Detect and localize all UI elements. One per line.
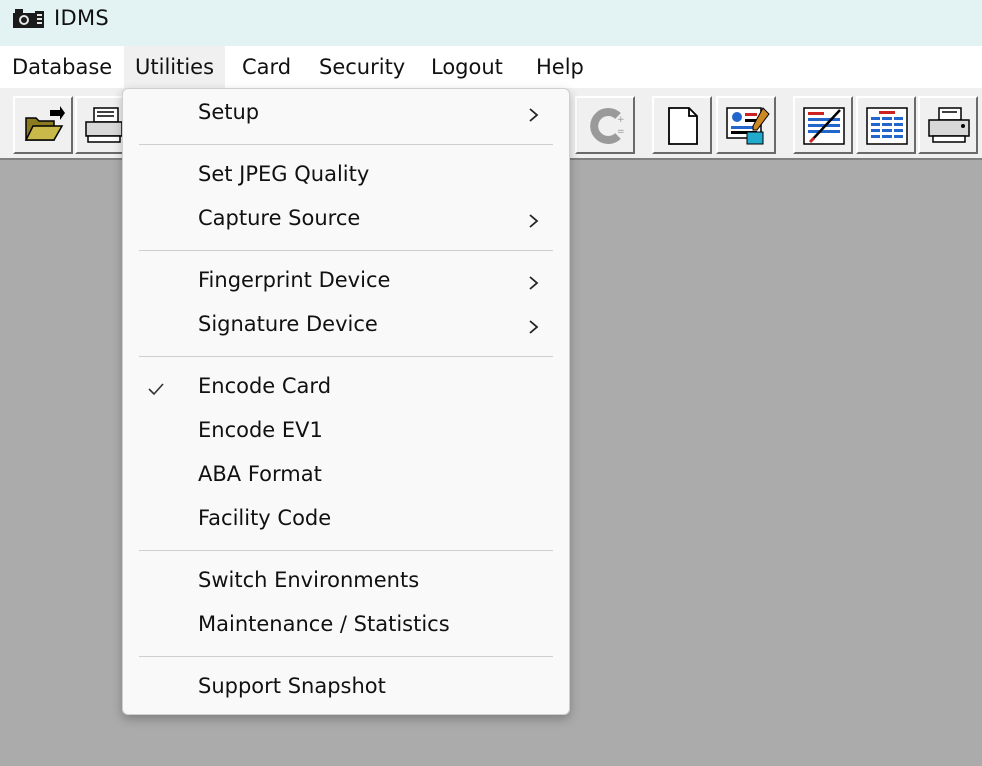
menu-bar: Database Utilities Card Security Logout … (0, 46, 982, 88)
capture-button[interactable]: + = (575, 96, 635, 154)
utilities-dropdown-menu: Setup Set JPEG Quality Capture Source Fi… (122, 88, 570, 715)
menu-item-label: Signature Device (198, 312, 378, 336)
menu-item-label: Maintenance / Statistics (198, 612, 450, 636)
menu-item-encode-card[interactable]: Encode Card (123, 367, 569, 411)
menu-item-set-jpeg-quality[interactable]: Set JPEG Quality (123, 155, 569, 199)
menu-utilities[interactable]: Utilities (124, 46, 226, 88)
report-button[interactable] (856, 96, 916, 154)
menu-item-label: Fingerprint Device (198, 268, 391, 292)
menu-item-signature-device[interactable]: Signature Device (123, 305, 569, 349)
menu-separator (139, 250, 553, 251)
menu-item-label: Facility Code (198, 506, 332, 530)
chevron-right-icon (528, 107, 540, 127)
menu-item-label: Encode EV1 (198, 418, 323, 442)
menu-card[interactable]: Card (231, 46, 302, 88)
menu-help[interactable]: Help (525, 46, 595, 88)
card-printer-button[interactable] (918, 96, 978, 154)
menu-item-label: Setup (198, 100, 260, 124)
menu-item-encode-ev1[interactable]: Encode EV1 (123, 411, 569, 455)
menu-item-support-snapshot[interactable]: Support Snapshot (123, 667, 569, 711)
app-icon (12, 7, 46, 29)
menu-item-label: Capture Source (198, 206, 361, 230)
menu-item-facility-code[interactable]: Facility Code (123, 499, 569, 543)
menu-separator (139, 656, 553, 657)
checkmark-icon (147, 381, 165, 400)
open-button[interactable] (13, 96, 73, 154)
signature-button[interactable] (793, 96, 853, 154)
svg-text:=: = (617, 127, 625, 137)
menu-item-maintenance-statistics[interactable]: Maintenance / Statistics (123, 605, 569, 649)
menu-item-label: Set JPEG Quality (198, 162, 370, 186)
title-bar: IDMS (0, 0, 982, 46)
menu-separator (139, 550, 553, 551)
menu-logout[interactable]: Logout (420, 46, 514, 88)
menu-item-label: Encode Card (198, 374, 332, 398)
menu-item-aba-format[interactable]: ABA Format (123, 455, 569, 499)
menu-database[interactable]: Database (1, 46, 123, 88)
menu-separator (139, 356, 553, 357)
menu-item-label: Support Snapshot (198, 674, 386, 698)
menu-security[interactable]: Security (308, 46, 416, 88)
edit-record-button[interactable] (716, 96, 776, 154)
chevron-right-icon (528, 319, 540, 339)
new-button[interactable] (652, 96, 712, 154)
menu-item-capture-source[interactable]: Capture Source (123, 199, 569, 243)
chevron-right-icon (528, 275, 540, 295)
menu-item-label: ABA Format (198, 462, 322, 486)
menu-item-fingerprint-device[interactable]: Fingerprint Device (123, 261, 569, 305)
svg-text:+: + (617, 115, 625, 125)
menu-separator (139, 144, 553, 145)
window-title: IDMS (54, 6, 110, 30)
menu-item-switch-environments[interactable]: Switch Environments (123, 561, 569, 605)
chevron-right-icon (528, 213, 540, 233)
menu-item-setup[interactable]: Setup (123, 93, 569, 137)
menu-item-label: Switch Environments (198, 568, 420, 592)
print-button[interactable] (75, 96, 125, 154)
